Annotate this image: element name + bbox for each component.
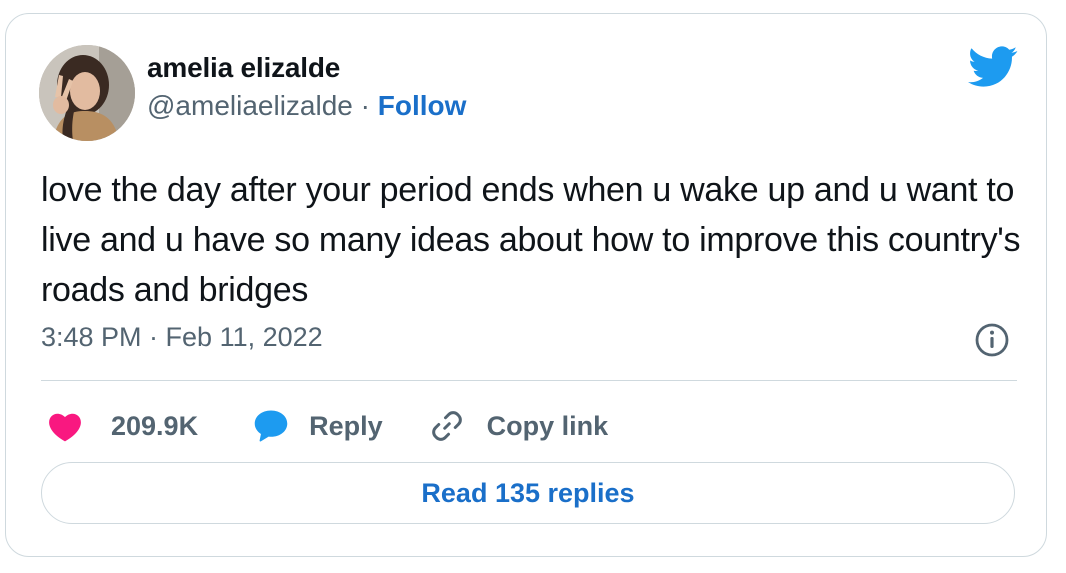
author-handle-row: @ameliaelizalde · Follow bbox=[147, 90, 466, 122]
info-icon[interactable] bbox=[974, 322, 1010, 358]
tweet-text: love the day after your period ends when… bbox=[41, 171, 1021, 309]
action-bar: 209.9K Reply Copy link bbox=[41, 406, 608, 446]
reply-label: Reply bbox=[309, 410, 383, 441]
twitter-bird-icon[interactable] bbox=[968, 46, 1018, 88]
speech-bubble-icon bbox=[254, 410, 288, 442]
tweet-card: amelia elizalde @ameliaelizalde · Follow… bbox=[5, 13, 1047, 557]
link-icon bbox=[431, 411, 462, 441]
avatar[interactable] bbox=[39, 45, 135, 141]
copy-link-button[interactable]: Copy link bbox=[383, 408, 609, 444]
follow-link[interactable]: Follow bbox=[378, 90, 467, 121]
reply-button[interactable]: Reply bbox=[198, 409, 383, 443]
avatar-image bbox=[39, 45, 135, 141]
tweet-timestamp[interactable]: 3:48 PM · Feb 11, 2022 bbox=[41, 322, 323, 353]
copy-link-label: Copy link bbox=[486, 410, 609, 441]
author-name[interactable]: amelia elizalde bbox=[147, 52, 340, 84]
like-count: 209.9K bbox=[111, 410, 199, 441]
heart-icon bbox=[49, 413, 81, 442]
like-button[interactable]: 209.9K bbox=[41, 410, 198, 442]
author-handle[interactable]: @ameliaelizalde bbox=[147, 90, 353, 121]
separator-dot: · bbox=[360, 90, 370, 121]
divider bbox=[41, 380, 1017, 381]
read-replies-button[interactable]: Read 135 replies bbox=[41, 462, 1015, 524]
